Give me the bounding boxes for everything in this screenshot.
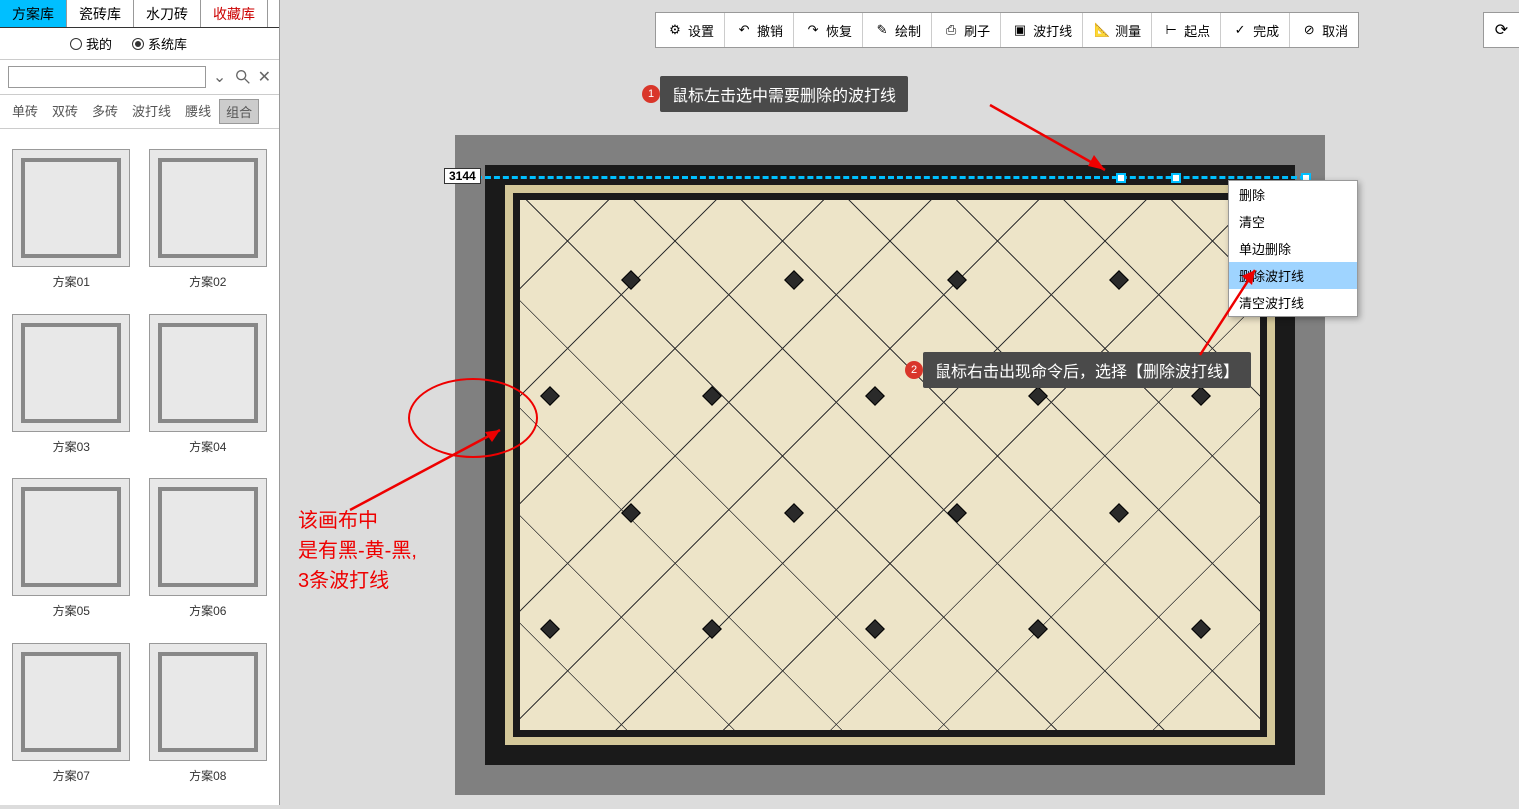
btn-settings[interactable]: ⚙设置 <box>656 13 725 47</box>
btn-draw[interactable]: ✎绘制 <box>863 13 932 47</box>
start-icon: ⊢ <box>1162 21 1180 39</box>
pencil-icon: ✎ <box>873 21 891 39</box>
ctx-delete[interactable]: 删除 <box>1229 181 1357 208</box>
btn-brush[interactable]: ⎙刷子 <box>932 13 1001 47</box>
tab-tile-lib[interactable]: 瓷砖库 <box>67 0 134 27</box>
ruler-icon: 📐 <box>1093 21 1111 39</box>
gear-icon: ⚙ <box>666 21 684 39</box>
ctx-delete-side[interactable]: 单边删除 <box>1229 235 1357 262</box>
search-icon[interactable] <box>234 68 252 86</box>
btn-refresh[interactable]: ⟳ <box>1483 12 1519 48</box>
btn-done[interactable]: ✓完成 <box>1221 13 1290 47</box>
btn-redo[interactable]: ↷恢复 <box>794 13 863 47</box>
arrow-red-3 <box>1190 260 1270 360</box>
tab-plan-lib[interactable]: 方案库 <box>0 0 67 27</box>
clear-icon[interactable]: ✕ <box>258 67 271 87</box>
filter-single[interactable]: 单砖 <box>6 99 44 124</box>
search-input[interactable] <box>8 66 206 88</box>
tab-waterjet[interactable]: 水刀砖 <box>134 0 201 27</box>
tile-item[interactable]: 方案03 <box>10 314 133 461</box>
ctx-clear[interactable]: 清空 <box>1229 208 1357 235</box>
brush-icon: ⎙ <box>942 21 960 39</box>
tile-item[interactable]: 方案07 <box>10 643 133 790</box>
border-icon: ▣ <box>1011 21 1029 39</box>
tile-item[interactable]: 方案05 <box>10 478 133 625</box>
filter-waist[interactable]: 腰线 <box>179 99 217 124</box>
check-icon: ✓ <box>1231 21 1249 39</box>
tile-grid: 方案01 方案02 方案03 方案04 方案05 方案06 方案07 方案08 <box>0 129 279 809</box>
dimension-label: 3144 <box>444 168 481 184</box>
filter-multi[interactable]: 多砖 <box>86 99 124 124</box>
btn-borderline[interactable]: ▣波打线 <box>1001 13 1083 47</box>
main-toolbar: ⚙设置 ↶撤销 ↷恢复 ✎绘制 ⎙刷子 ▣波打线 📐测量 ⊢起点 ✓完成 ⊘取消 <box>655 12 1359 48</box>
selection-line[interactable] <box>476 176 1306 179</box>
selection-handle[interactable] <box>1171 173 1181 183</box>
tab-favorites[interactable]: 收藏库 <box>201 0 268 27</box>
filter-tabs: 单砖 双砖 多砖 波打线 腰线 组合 <box>0 95 279 129</box>
arrow-red-1 <box>340 420 520 520</box>
filter-double[interactable]: 双砖 <box>46 99 84 124</box>
filter-combo[interactable]: 组合 <box>219 99 259 124</box>
btn-measure[interactable]: 📐测量 <box>1083 13 1152 47</box>
arrow-red-2 <box>980 100 1120 180</box>
search-row: ⌄ ✕ <box>0 60 279 95</box>
badge-1: 1 <box>642 85 660 103</box>
sidebar: 方案库 瓷砖库 水刀砖 收藏库 我的 系统库 ⌄ ✕ 单砖 双砖 多砖 波打线 … <box>0 0 280 805</box>
btn-start[interactable]: ⊢起点 <box>1152 13 1221 47</box>
badge-2: 2 <box>905 361 923 379</box>
cancel-icon: ⊘ <box>1300 21 1318 39</box>
btn-cancel[interactable]: ⊘取消 <box>1290 13 1358 47</box>
tile-item[interactable]: 方案04 <box>147 314 270 461</box>
search-dropdown-icon[interactable]: ⌄ <box>212 67 228 87</box>
refresh-icon: ⟳ <box>1495 20 1508 40</box>
filter-border[interactable]: 波打线 <box>126 99 177 124</box>
tile-item[interactable]: 方案02 <box>147 149 270 296</box>
undo-icon: ↶ <box>735 21 753 39</box>
btn-undo[interactable]: ↶撤销 <box>725 13 794 47</box>
source-radios: 我的 系统库 <box>0 28 279 60</box>
tile-item[interactable]: 方案06 <box>147 478 270 625</box>
radio-system[interactable]: 系统库 <box>132 34 187 53</box>
tile-item[interactable]: 方案01 <box>10 149 133 296</box>
radio-mine[interactable]: 我的 <box>70 34 112 53</box>
callout-1: 1 鼠标左击选中需要删除的波打线 <box>660 76 908 112</box>
redo-icon: ↷ <box>804 21 822 39</box>
tile-item[interactable]: 方案08 <box>147 643 270 790</box>
library-tabs: 方案库 瓷砖库 水刀砖 收藏库 <box>0 0 279 28</box>
tile-area <box>520 200 1260 730</box>
design-canvas[interactable] <box>455 135 1325 795</box>
